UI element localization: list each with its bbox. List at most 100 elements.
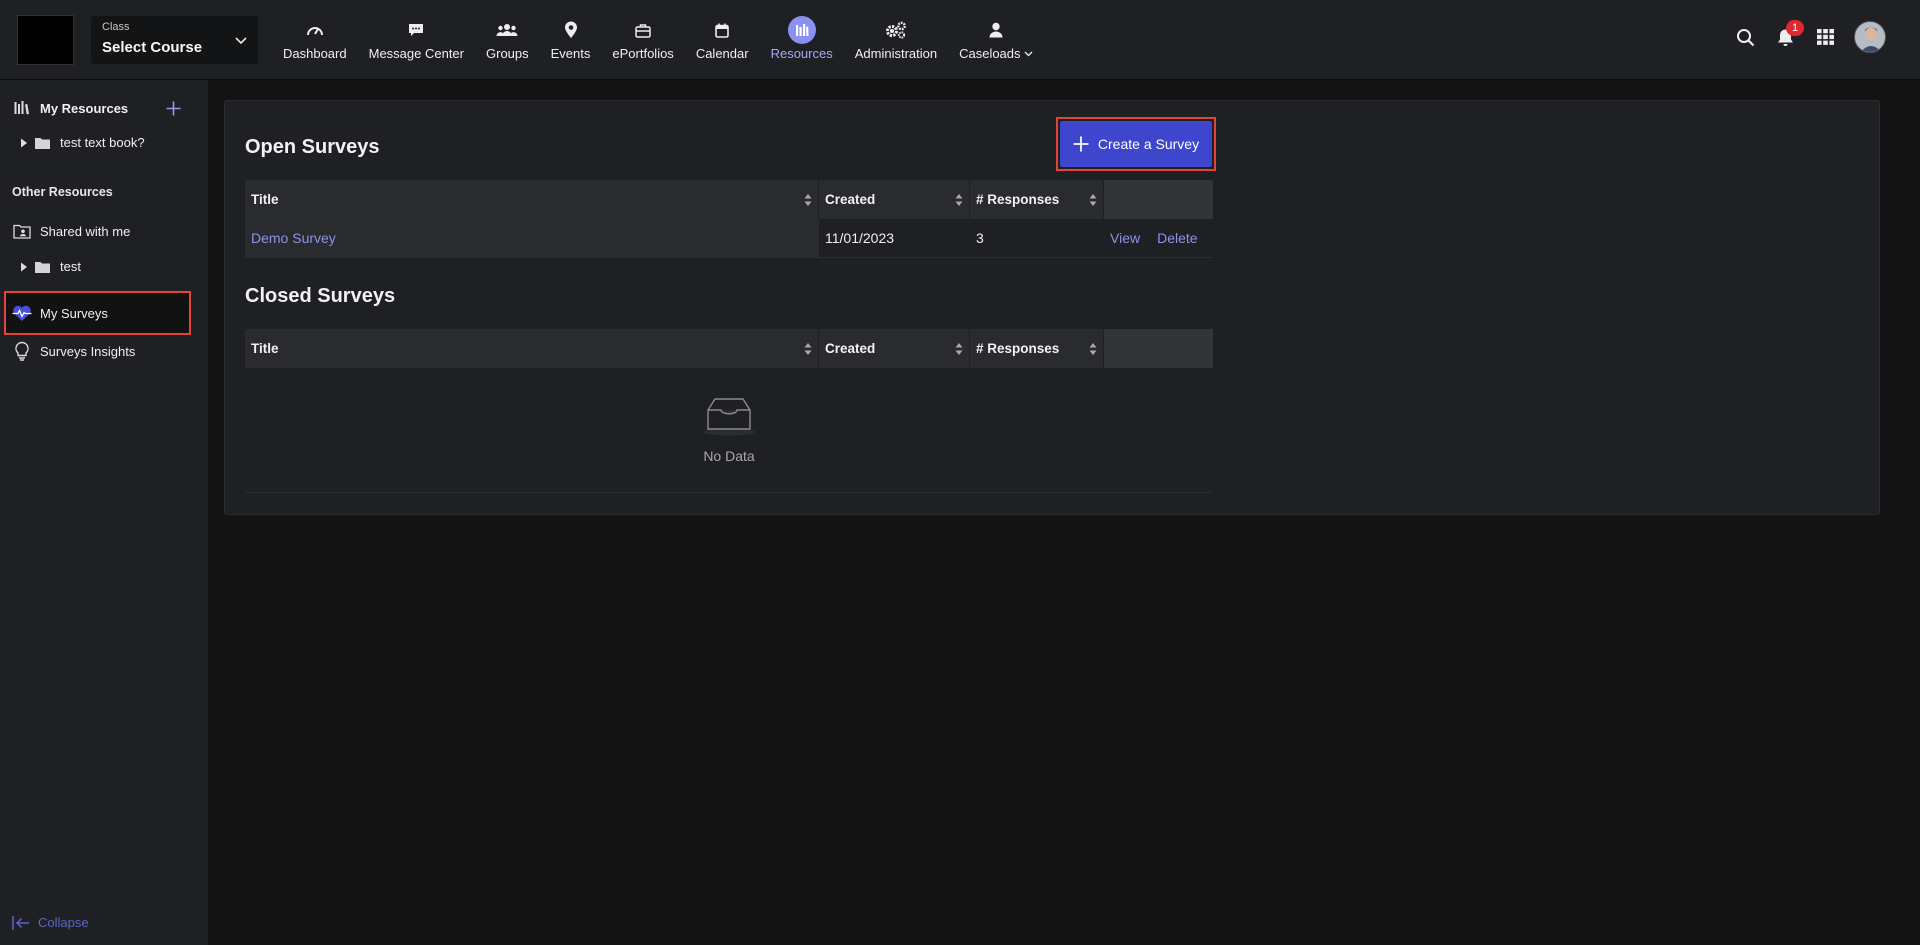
notifications-bell[interactable]: 1 (1774, 20, 1804, 48)
sort-icon[interactable] (804, 342, 812, 356)
sort-icon[interactable] (1089, 193, 1097, 207)
nav-message-center[interactable]: Message Center (358, 0, 475, 80)
sidebar-item-shared-with-me[interactable]: Shared with me (0, 221, 208, 241)
delete-survey-link[interactable]: Delete (1157, 230, 1197, 246)
collapse-sidebar-button[interactable]: Collapse (12, 915, 89, 930)
nav-label: Resources (770, 46, 833, 61)
table-header: Title Created # Responses (245, 329, 1213, 368)
column-header-label: # Responses (976, 192, 1060, 207)
logo[interactable] (17, 15, 74, 65)
nav-events[interactable]: Events (540, 0, 602, 80)
column-header-label: Created (825, 192, 876, 207)
search-icon[interactable] (1734, 26, 1756, 48)
create-survey-highlight: Create a Survey (1056, 117, 1216, 171)
nav-eportfolios[interactable]: ePortfolios (601, 0, 684, 80)
open-surveys-title: Open Surveys (245, 136, 380, 158)
sidebar-item-label: My Resources (40, 100, 129, 116)
other-resources-heading: Other Resources (12, 185, 113, 199)
column-responses[interactable]: # Responses (970, 180, 1104, 219)
collapse-label: Collapse (38, 915, 89, 930)
chevron-down-icon (1024, 51, 1032, 56)
sort-icon[interactable] (955, 193, 963, 207)
closed-surveys-table: Title Created # Responses No Data (245, 329, 1213, 493)
dashboard-icon (301, 16, 329, 44)
sidebar-item-my-surveys[interactable]: My Surveys (0, 301, 208, 325)
message-icon (402, 16, 430, 44)
sidebar-item-label: Surveys Insights (40, 343, 136, 359)
apps-grid-icon[interactable] (1814, 26, 1836, 48)
empty-state-text: No Data (703, 448, 755, 464)
column-responses[interactable]: # Responses (970, 329, 1104, 368)
survey-title-cell: Demo Survey (245, 219, 819, 257)
sidebar: My Resources test text book? Other Resou… (0, 80, 208, 945)
nav-label: Message Center (368, 46, 464, 61)
calendar-icon (708, 16, 736, 44)
folder-icon (35, 261, 50, 273)
folder-icon (35, 137, 50, 149)
sort-icon[interactable] (804, 193, 812, 207)
nav-label: Administration (854, 46, 938, 61)
gears-icon (882, 16, 910, 44)
view-survey-link[interactable]: View (1110, 230, 1140, 246)
column-actions (1104, 180, 1213, 219)
course-select[interactable]: Class Select Course (91, 16, 258, 64)
column-header-label: Title (251, 192, 279, 207)
column-created[interactable]: Created (819, 180, 970, 219)
add-resource-plus-icon[interactable] (166, 101, 181, 116)
sort-icon[interactable] (1089, 342, 1097, 356)
resources-icon (787, 16, 816, 44)
column-header-label: Title (251, 341, 279, 356)
tree-item-test-text-book[interactable]: test text book? (20, 135, 145, 150)
open-surveys-table: Title Created # Responses Demo Survey 11… (245, 180, 1213, 258)
survey-actions-cell: View Delete (1104, 219, 1213, 257)
top-right-actions: 1 (1734, 17, 1886, 57)
tree-item-label: test text book? (60, 135, 145, 150)
nav-resources[interactable]: Resources (760, 0, 844, 80)
empty-inbox-icon (703, 398, 755, 436)
table-header: Title Created # Responses (245, 180, 1213, 219)
column-title[interactable]: Title (245, 180, 819, 219)
chevron-down-icon (235, 37, 247, 45)
sidebar-item-surveys-insights[interactable]: Surveys Insights (0, 340, 208, 362)
plus-icon (1073, 136, 1089, 152)
class-label: Class (102, 21, 130, 33)
survey-responses-cell: 3 (976, 230, 984, 246)
column-title[interactable]: Title (245, 329, 819, 368)
avatar[interactable] (1854, 21, 1886, 53)
nav-label: Dashboard (283, 46, 347, 61)
nav-dashboard[interactable]: Dashboard (272, 0, 358, 80)
closed-surveys-title: Closed Surveys (245, 285, 396, 307)
nav-calendar[interactable]: Calendar (685, 0, 760, 80)
nav-groups[interactable]: Groups (475, 0, 540, 80)
nav-label: ePortfolios (612, 46, 674, 61)
tree-item-test[interactable]: test (20, 259, 81, 274)
column-created[interactable]: Created (819, 329, 970, 368)
column-actions (1104, 329, 1213, 368)
surveys-card: Open Surveys Create a Survey Title Creat… (224, 100, 1880, 515)
briefcase-icon (629, 16, 657, 44)
sort-icon[interactable] (955, 342, 963, 356)
create-survey-button[interactable]: Create a Survey (1060, 121, 1212, 167)
caret-right-icon (21, 262, 27, 271)
table-row: Demo Survey 11/01/2023 3 View Delete (245, 219, 1213, 258)
create-survey-label: Create a Survey (1097, 136, 1200, 152)
shared-folder-icon (12, 221, 32, 241)
nav-caseloads[interactable]: Caseloads (948, 0, 1043, 80)
nav-administration[interactable]: Administration (844, 0, 948, 80)
sidebar-item-label: Shared with me (40, 223, 131, 239)
user-icon (982, 16, 1010, 44)
location-pin-icon (557, 16, 585, 44)
caret-right-icon (21, 138, 27, 147)
tree-item-label: test (60, 259, 81, 274)
nav-label: Events (550, 46, 591, 61)
nav-label: Groups (486, 46, 529, 61)
survey-title-link[interactable]: Demo Survey (251, 230, 336, 246)
main-nav: Dashboard Message Center Groups Events e… (272, 0, 1044, 80)
sidebar-item-label: My Surveys (40, 305, 108, 321)
nav-caseloads-label: Caseloads (959, 46, 1032, 61)
lightbulb-icon (12, 341, 32, 361)
groups-icon (493, 16, 521, 44)
survey-created-cell: 11/01/2023 (825, 230, 895, 246)
column-header-label: # Responses (976, 341, 1060, 356)
library-icon (12, 98, 32, 118)
